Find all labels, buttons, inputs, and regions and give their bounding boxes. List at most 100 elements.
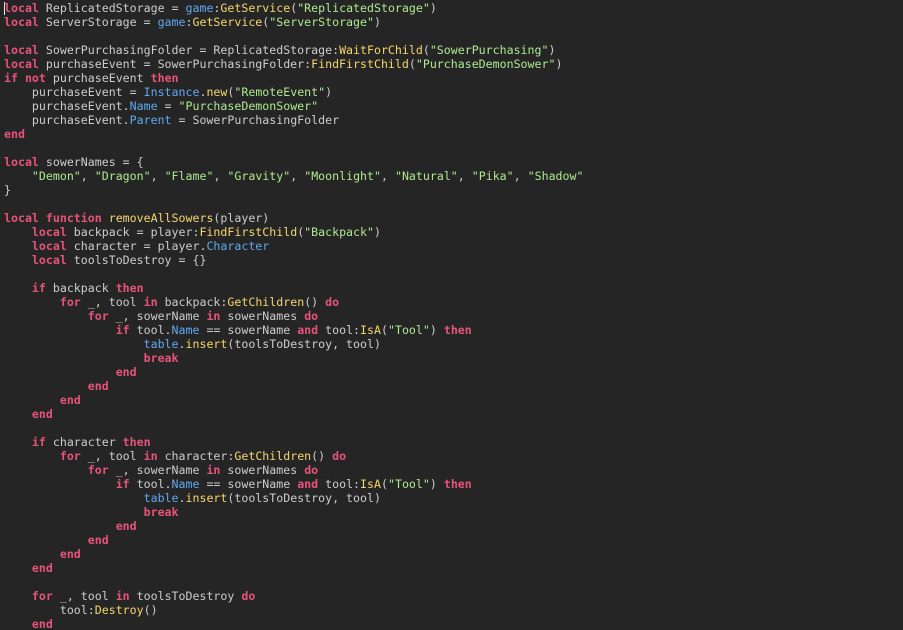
- text-token: tool.: [129, 323, 172, 337]
- code-line[interactable]: local toolsToDestroy = {}: [4, 253, 583, 267]
- code-line[interactable]: local sowerNames = {: [4, 155, 583, 169]
- keyword-token: local: [4, 57, 39, 71]
- code-line[interactable]: local backpack = player:FindFirstChild("…: [4, 225, 583, 239]
- text-token: character:: [157, 449, 235, 463]
- text-token: tool:: [318, 477, 361, 491]
- code-line[interactable]: ​: [4, 29, 583, 43]
- code-line[interactable]: ​: [4, 197, 583, 211]
- keyword-token: in: [206, 309, 221, 323]
- text-token: (toolsToDestroy, tool): [227, 491, 381, 505]
- property-token: table: [143, 337, 179, 351]
- code-line[interactable]: purchaseEvent.Parent = SowerPurchasingFo…: [4, 113, 583, 127]
- code-line[interactable]: for _, tool in toolsToDestroy do: [4, 589, 583, 603]
- function-token: insert: [185, 491, 228, 505]
- code-line[interactable]: ​: [4, 267, 583, 281]
- text-token: ,: [150, 169, 165, 183]
- code-line[interactable]: end: [4, 617, 583, 630]
- function-token: new: [206, 85, 228, 99]
- code-line[interactable]: if not purchaseEvent then: [4, 71, 583, 85]
- property-token: Name: [171, 477, 200, 491]
- code-line[interactable]: local SowerPurchasingFolder = Replicated…: [4, 43, 583, 57]
- keyword-token: do: [304, 463, 319, 477]
- text-token: ,: [80, 169, 95, 183]
- code-line[interactable]: tool:Destroy(): [4, 603, 583, 617]
- code-line[interactable]: table.insert(toolsToDestroy, tool): [4, 337, 583, 351]
- code-line[interactable]: end: [4, 379, 583, 393]
- code-line[interactable]: if tool.Name == sowerName and tool:IsA("…: [4, 477, 583, 491]
- code-line[interactable]: local character = player.Character: [4, 239, 583, 253]
- string-token: "Gravity": [227, 169, 291, 183]
- code-line[interactable]: table.insert(toolsToDestroy, tool): [4, 491, 583, 505]
- code-line[interactable]: ​: [4, 575, 583, 589]
- string-token: "PurchaseDemonSower": [178, 99, 319, 113]
- function-token: GetChildren: [227, 295, 305, 309]
- keyword-token: for: [87, 309, 109, 323]
- code-line[interactable]: break: [4, 351, 583, 365]
- code-line[interactable]: end: [4, 127, 583, 141]
- text-token: purchaseEvent = SowerPurchasingFolder:: [38, 57, 312, 71]
- text-token: backpack: [45, 281, 116, 295]
- keyword-token: if: [31, 281, 46, 295]
- text-token: (: [381, 477, 388, 491]
- code-line[interactable]: if character then: [4, 435, 583, 449]
- text-token: .: [178, 491, 186, 505]
- text-token: backpack:: [157, 295, 228, 309]
- string-token: "PurchaseDemonSower": [415, 57, 556, 71]
- text-token: _, tool: [80, 295, 144, 309]
- code-line[interactable]: purchaseEvent.Name = "PurchaseDemonSower…: [4, 99, 583, 113]
- code-line[interactable]: end: [4, 533, 583, 547]
- code-line[interactable]: for _, sowerName in sowerNames do: [4, 463, 583, 477]
- text-token: .: [178, 337, 186, 351]
- keyword-token: do: [304, 309, 319, 323]
- code-line[interactable]: "Demon", "Dragon", "Flame", "Gravity", "…: [4, 169, 584, 183]
- code-line[interactable]: for _, tool in character:GetChildren() d…: [4, 449, 583, 463]
- code-line[interactable]: local function removeAllSowers(player): [4, 211, 583, 225]
- code-editor[interactable]: local ReplicatedStorage = game:GetServic…: [0, 0, 903, 630]
- code-line[interactable]: end: [4, 547, 583, 561]
- code-line[interactable]: end: [4, 561, 583, 575]
- code-line[interactable]: end: [4, 393, 583, 407]
- keyword-token: local: [31, 253, 67, 267]
- text-token: (): [143, 603, 158, 617]
- code-line[interactable]: end: [4, 365, 583, 379]
- string-token: "Tool": [387, 477, 430, 491]
- string-token: "SowerPurchasing": [429, 43, 549, 57]
- code-line[interactable]: break: [4, 505, 583, 519]
- code-line[interactable]: ​: [4, 141, 583, 155]
- code-line[interactable]: if tool.Name == sowerName and tool:IsA("…: [4, 323, 583, 337]
- code-line[interactable]: purchaseEvent = Instance.new("RemoteEven…: [4, 85, 583, 99]
- text-token: ): [373, 225, 381, 239]
- keyword-token: end: [115, 365, 137, 379]
- code-line[interactable]: local ServerStorage = game:GetService("S…: [4, 15, 583, 29]
- function-token: GetChildren: [234, 449, 312, 463]
- keyword-token: local: [31, 239, 67, 253]
- keyword-token: break: [143, 351, 179, 365]
- code-area[interactable]: local ReplicatedStorage = game:GetServic…: [4, 1, 583, 630]
- text-token: = SowerPurchasingFolder: [171, 113, 340, 127]
- text-token: ,: [513, 169, 528, 183]
- code-line[interactable]: end: [4, 519, 583, 533]
- text-token: ): [555, 57, 563, 71]
- code-line[interactable]: end: [4, 407, 583, 421]
- code-line[interactable]: for _, sowerName in sowerNames do: [4, 309, 583, 323]
- text-token: (: [408, 57, 416, 71]
- code-line[interactable]: for _, tool in backpack:GetChildren() do: [4, 295, 583, 309]
- text-token: _, sowerName: [108, 463, 207, 477]
- text-token: ServerStorage =: [38, 15, 158, 29]
- code-line[interactable]: if backpack then: [4, 281, 583, 295]
- code-line[interactable]: local ReplicatedStorage = game:GetServic…: [4, 1, 583, 15]
- keyword-token: then: [115, 281, 144, 295]
- string-token: "Shadow": [527, 169, 584, 183]
- keyword-token: end: [4, 127, 25, 141]
- keyword-token: then: [122, 435, 151, 449]
- keyword-token: end: [31, 561, 53, 575]
- code-line[interactable]: }: [4, 183, 583, 197]
- code-line[interactable]: local purchaseEvent = SowerPurchasingFol…: [4, 57, 583, 71]
- code-line[interactable]: ​: [4, 421, 583, 435]
- text-token: =: [157, 99, 179, 113]
